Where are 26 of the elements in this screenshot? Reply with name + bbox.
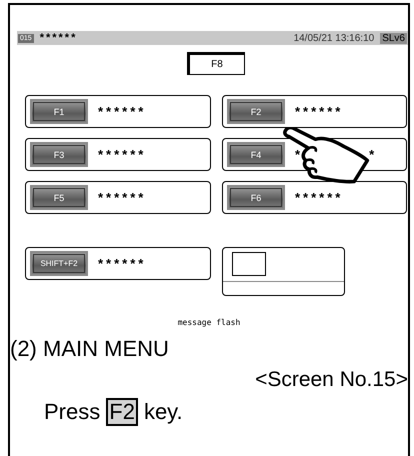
- function-key-button[interactable]: F3: [30, 142, 88, 167]
- menu-label: *: [369, 147, 378, 162]
- menu-label: ******: [295, 190, 344, 205]
- f8-button[interactable]: F8: [187, 52, 245, 75]
- menu-label: *: [295, 147, 304, 162]
- instruction-text: Press: [44, 399, 100, 426]
- screen-title: ******: [40, 32, 78, 44]
- instruction-text: key.: [144, 399, 183, 426]
- menu-label: ******: [98, 256, 146, 271]
- function-key-button[interactable]: F6: [227, 185, 285, 210]
- function-key-button[interactable]: F2: [227, 99, 285, 124]
- security-level: SLv6: [380, 32, 407, 44]
- function-key-button[interactable]: F5: [30, 185, 88, 210]
- menu-label: ******: [98, 190, 146, 205]
- date-time: 14/05/21 13:16:10: [294, 32, 374, 44]
- menu-label: ******: [98, 104, 146, 119]
- menu-label: ******: [98, 147, 146, 162]
- section-heading: (2) MAIN MENU: [10, 336, 170, 362]
- function-key-button[interactable]: F1: [30, 99, 88, 124]
- message-flash: message flash: [178, 318, 240, 327]
- blank-box: [232, 252, 266, 276]
- key-label: F2: [106, 398, 138, 426]
- menu-label: ******: [295, 104, 344, 119]
- screen-number: <Screen No.15>: [255, 368, 408, 391]
- function-key-button[interactable]: F4: [227, 142, 285, 167]
- function-key-button[interactable]: SHIFT+F2: [30, 251, 88, 276]
